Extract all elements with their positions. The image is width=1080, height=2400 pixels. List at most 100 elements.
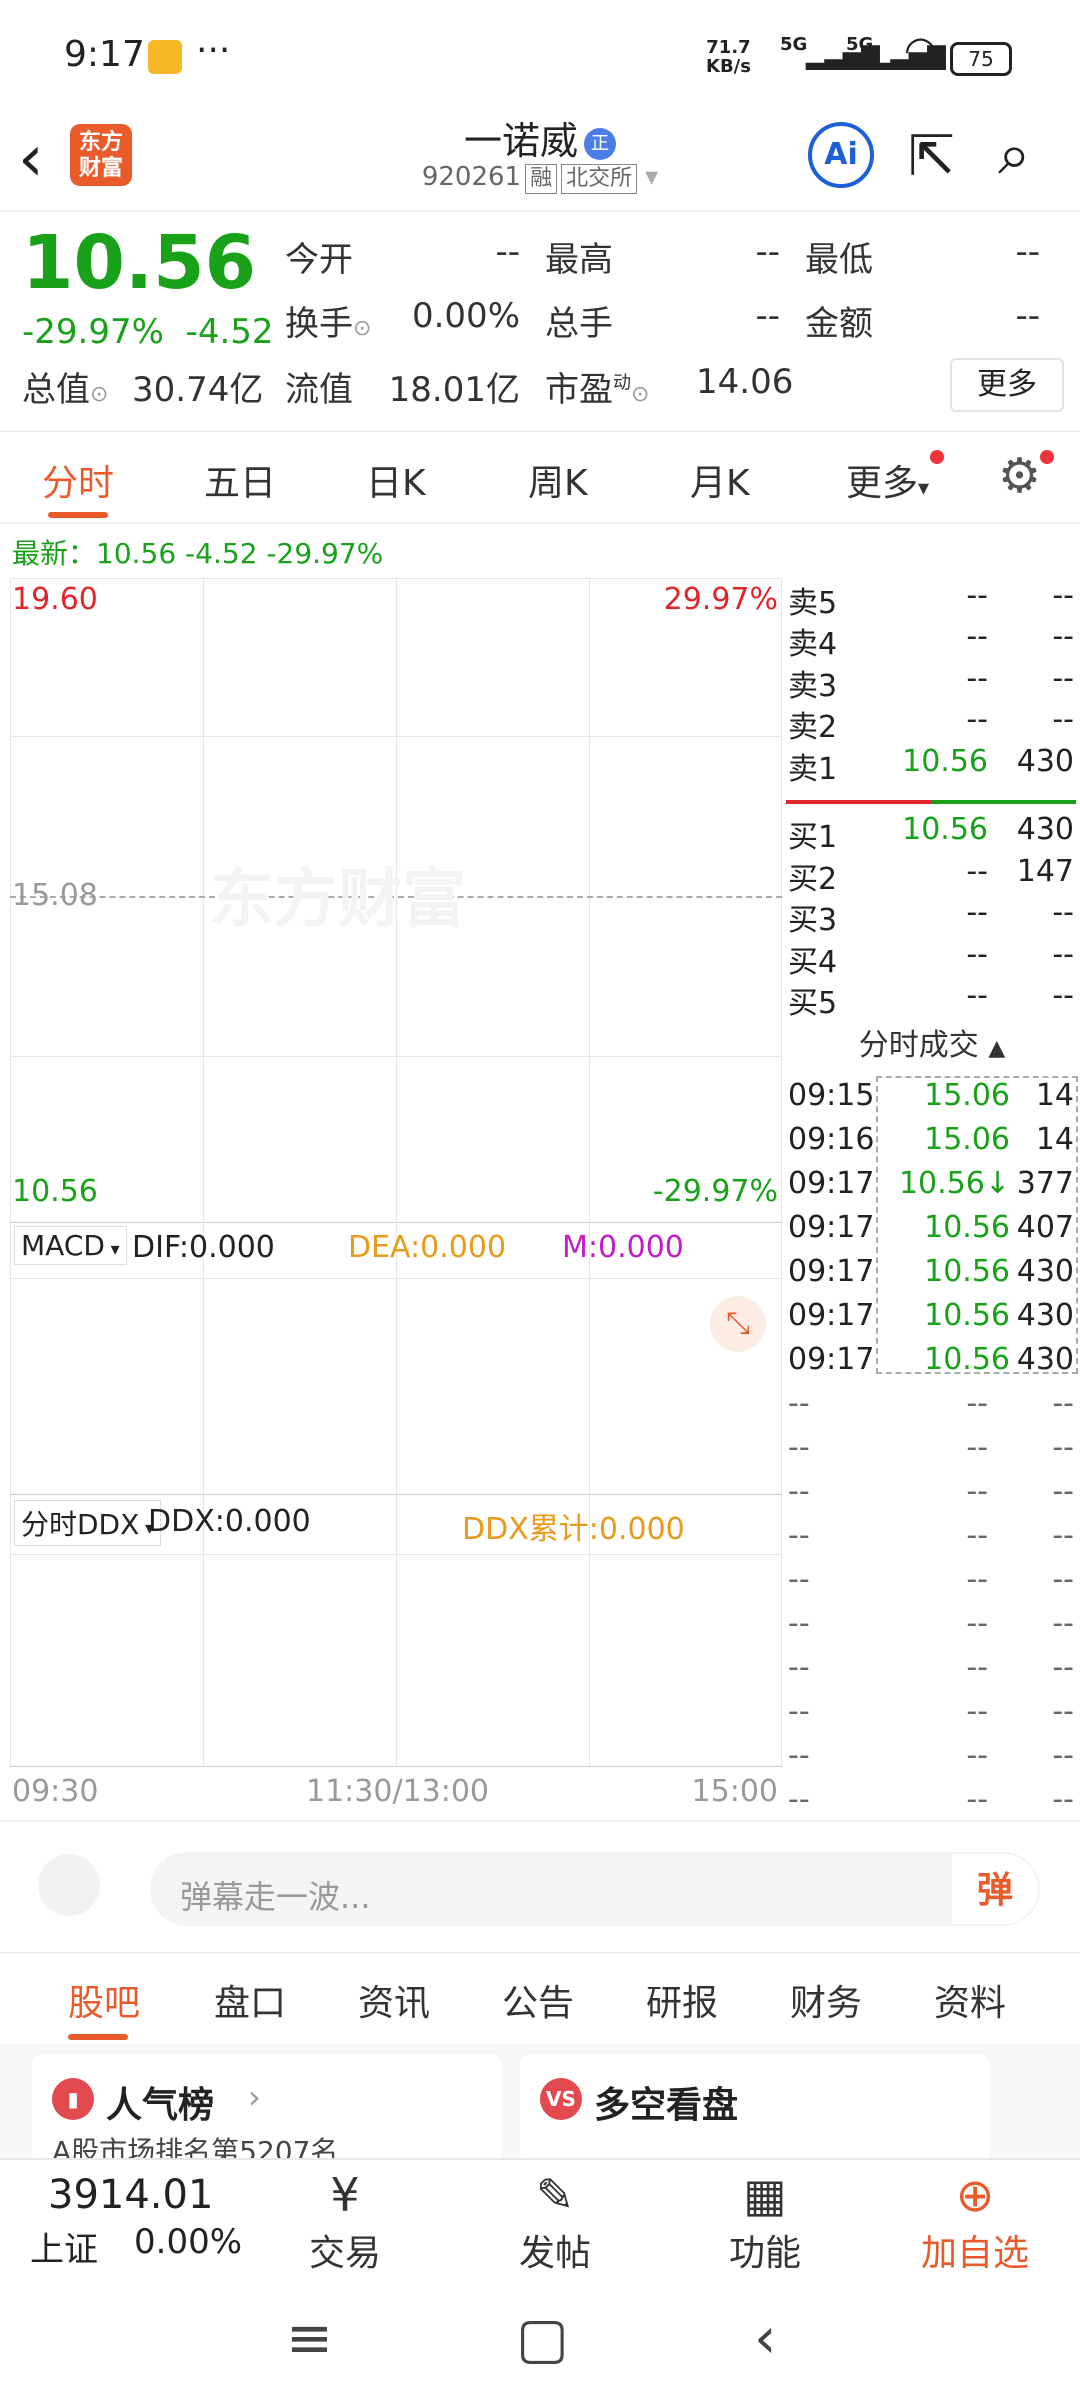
trade-time: 09:17 bbox=[788, 1342, 875, 1377]
tab-monthly-k[interactable]: 月K bbox=[690, 454, 750, 506]
ask-vol: -- bbox=[1052, 578, 1074, 613]
empty-cell: -- bbox=[966, 1650, 988, 1685]
latest-quote-line: 最新：10.56 -4.52 -29.97% bbox=[12, 537, 384, 570]
bid-vol: -- bbox=[1052, 895, 1074, 930]
bid-price: -- bbox=[966, 853, 988, 889]
info-icon: ⊙ bbox=[353, 316, 372, 341]
float-label: 流值 bbox=[285, 370, 353, 410]
more-quote-button[interactable]: 更多 bbox=[950, 358, 1064, 412]
danmu-input[interactable]: 弹幕走一波... 弹 bbox=[150, 1852, 1040, 1926]
empty-trade-row: -- -- -- bbox=[786, 1518, 1078, 1558]
popularity-icon: ▮ bbox=[52, 2078, 94, 2120]
tab-daily-k[interactable]: 日K bbox=[366, 454, 426, 506]
empty-cell: -- bbox=[788, 1694, 810, 1729]
volume-label: 总手 bbox=[545, 304, 613, 344]
index-ticker[interactable]: 3914.01 上证 0.00% bbox=[0, 2160, 250, 2280]
wifi-icon: ◠ bbox=[904, 28, 938, 72]
trade-row: 09:17 10.56 407 bbox=[786, 1210, 1078, 1250]
expand-icon[interactable]: ⤡ bbox=[710, 1296, 766, 1352]
search-icon[interactable]: ⌕ bbox=[998, 120, 1030, 189]
turnover-label[interactable]: 换手⊙ bbox=[285, 296, 371, 345]
tab-finance[interactable]: 财务 bbox=[790, 1974, 862, 2026]
grid-line bbox=[10, 1766, 782, 1767]
trades-header[interactable]: 分时成交 ▲ bbox=[786, 1020, 1078, 1064]
feature-cards: ▮ 人气榜 › A股市场排名第5207名 VS 多空看盘 bbox=[0, 2044, 1080, 2168]
danmu-toggle-button[interactable]: 弹 bbox=[950, 1852, 1040, 1926]
mktcap-label[interactable]: 总值⊙ bbox=[22, 362, 108, 411]
back-nav-icon[interactable]: ‹ bbox=[754, 2306, 776, 2371]
share-icon[interactable]: ⇱ bbox=[908, 124, 955, 189]
empty-cell: -- bbox=[1052, 1474, 1074, 1509]
bid-price: 10.56 bbox=[902, 812, 988, 847]
popularity-card[interactable]: ▮ 人气榜 › A股市场排名第5207名 bbox=[32, 2054, 502, 2168]
grid-line bbox=[10, 1494, 782, 1495]
empty-cell: -- bbox=[966, 1430, 988, 1465]
bid-vol: 147 bbox=[1016, 853, 1074, 889]
tab-five-day[interactable]: 五日 bbox=[204, 454, 276, 506]
bottom-nav: 3914.01 上证 0.00% ¥ 交易 ✎ 发帖 ▦ 功能 ⊕ 加自选 bbox=[0, 2158, 1080, 2280]
danmu-list-icon[interactable] bbox=[38, 1854, 100, 1916]
empty-trade-row: -- -- -- bbox=[786, 1474, 1078, 1514]
ask-price: -- bbox=[966, 619, 988, 655]
grid-line bbox=[203, 578, 204, 1766]
nav-trade[interactable]: ¥ 交易 bbox=[270, 2168, 420, 2276]
ask-vol: -- bbox=[1052, 702, 1074, 738]
ask-price: 10.56 bbox=[902, 743, 988, 779]
trade-price: 10.56↓ bbox=[898, 1166, 1010, 1201]
ask-price: -- bbox=[966, 660, 988, 696]
x-axis-mid: 11:30/13:00 bbox=[306, 1774, 490, 1809]
collapse-icon: ▲ bbox=[988, 1036, 1006, 1061]
empty-cell: -- bbox=[788, 1562, 810, 1597]
current-price: 10.56 bbox=[22, 220, 257, 306]
intraday-chart[interactable]: 东方财富 19.60 29.97% 15.08 10.56 -29.97% MA… bbox=[10, 578, 782, 1809]
bull-bear-title: 多空看盘 bbox=[594, 2085, 739, 2126]
status-time: 9:17 bbox=[64, 34, 145, 75]
home-icon[interactable]: ▢ bbox=[516, 2306, 569, 2371]
empty-cell: -- bbox=[1052, 1694, 1074, 1729]
tab-profile[interactable]: 资料 bbox=[934, 1974, 1006, 2026]
index-change: 0.00% bbox=[134, 2222, 243, 2262]
y-axis-low: 10.56 bbox=[12, 1174, 98, 1209]
gear-icon[interactable]: ⚙ bbox=[998, 448, 1041, 504]
grid-line bbox=[10, 578, 11, 1766]
signal-5g-icon-2: 5G bbox=[846, 34, 874, 55]
ddx-selector[interactable]: 分时DDX ▾ bbox=[14, 1500, 162, 1546]
bid-row: 买4 -- -- bbox=[786, 936, 1078, 980]
grid-line bbox=[781, 578, 782, 1766]
trade-time: 09:17 bbox=[788, 1210, 875, 1245]
bid-label: 买4 bbox=[788, 944, 838, 980]
empty-cell: -- bbox=[966, 1562, 988, 1597]
trade-volume: 430 bbox=[1016, 1298, 1074, 1333]
ask-label: 卖3 bbox=[788, 668, 838, 704]
tab-more[interactable]: 更多▾ bbox=[846, 454, 929, 506]
tab-announcements[interactable]: 公告 bbox=[502, 1974, 574, 2026]
nav-add-watchlist[interactable]: ⊕ 加自选 bbox=[900, 2168, 1050, 2276]
trade-price: 15.06 bbox=[924, 1078, 1010, 1113]
empty-cell: -- bbox=[788, 1518, 810, 1553]
nav-functions[interactable]: ▦ 功能 bbox=[690, 2168, 840, 2276]
tab-news[interactable]: 资讯 bbox=[358, 1974, 430, 2026]
bull-bear-card[interactable]: VS 多空看盘 bbox=[520, 2054, 990, 2164]
empty-cell: -- bbox=[788, 1474, 810, 1509]
trade-row: 09:17 10.56 430 bbox=[786, 1298, 1078, 1338]
menu-icon[interactable]: ≡ bbox=[286, 2306, 333, 2371]
tab-pankou[interactable]: 盘口 bbox=[214, 1974, 286, 2026]
pe-label[interactable]: 市盈动⊙ bbox=[545, 362, 649, 411]
tab-weekly-k[interactable]: 周K bbox=[528, 454, 588, 506]
ai-assistant-button[interactable]: Ai bbox=[808, 122, 874, 188]
empty-cell: -- bbox=[788, 1738, 810, 1773]
settings-dot bbox=[1040, 450, 1054, 464]
y-axis-mid: 15.08 bbox=[12, 878, 98, 913]
nav-post[interactable]: ✎ 发帖 bbox=[480, 2168, 630, 2276]
tab-intraday[interactable]: 分时 bbox=[42, 454, 114, 506]
exchange-tag: 北交所 bbox=[561, 164, 638, 194]
macd-selector[interactable]: MACD ▾ bbox=[14, 1226, 127, 1265]
bid-vol: -- bbox=[1052, 936, 1074, 972]
amount-label: 金额 bbox=[805, 304, 873, 344]
tab-guba[interactable]: 股吧 bbox=[68, 1974, 140, 2026]
trade-time: 09:17 bbox=[788, 1166, 875, 1201]
volume-value: -- bbox=[755, 296, 780, 336]
bid-label: 买1 bbox=[788, 820, 838, 855]
empty-cell: -- bbox=[788, 1650, 810, 1685]
tab-research[interactable]: 研报 bbox=[646, 1974, 718, 2026]
